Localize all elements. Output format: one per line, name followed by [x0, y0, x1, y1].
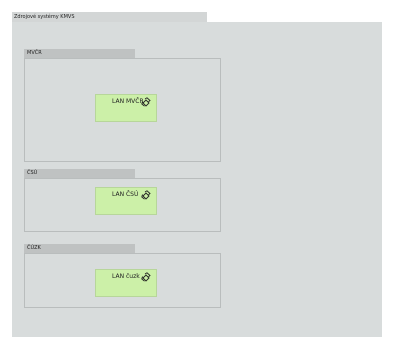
window-title-tab[interactable]: Zdrojové systémy KMVS — [12, 12, 207, 22]
diagram-canvas: MVČR LAN MVČR ČSÚ LAN ČSÚ ČÚZK LAN čuzk — [12, 22, 382, 337]
network-link-icon — [141, 190, 151, 200]
group-box-mvcr: LAN MVČR — [24, 58, 221, 162]
lan-label-csu: LAN ČSÚ — [112, 191, 139, 198]
group-title-mvcr: MVČR — [27, 50, 42, 56]
group-box-cuzk: LAN čuzk — [24, 253, 221, 308]
group-title-bar-csu[interactable]: ČSÚ — [24, 169, 135, 178]
lan-node-csu[interactable]: LAN ČSÚ — [95, 187, 157, 215]
group-title-cuzk: ČÚZK — [27, 245, 41, 251]
window-title: Zdrojové systémy KMVS — [14, 14, 75, 20]
group-box-csu: LAN ČSÚ — [24, 178, 221, 232]
group-title-bar-cuzk[interactable]: ČÚZK — [24, 244, 135, 253]
lan-node-cuzk[interactable]: LAN čuzk — [95, 269, 157, 297]
lan-node-mvcr[interactable]: LAN MVČR — [95, 94, 157, 122]
group-title-bar-mvcr[interactable]: MVČR — [24, 49, 135, 58]
lan-label-cuzk: LAN čuzk — [112, 273, 140, 280]
lan-label-mvcr: LAN MVČR — [112, 98, 144, 105]
network-link-icon — [141, 97, 151, 107]
group-title-csu: ČSÚ — [27, 170, 38, 176]
network-link-icon — [141, 272, 151, 282]
